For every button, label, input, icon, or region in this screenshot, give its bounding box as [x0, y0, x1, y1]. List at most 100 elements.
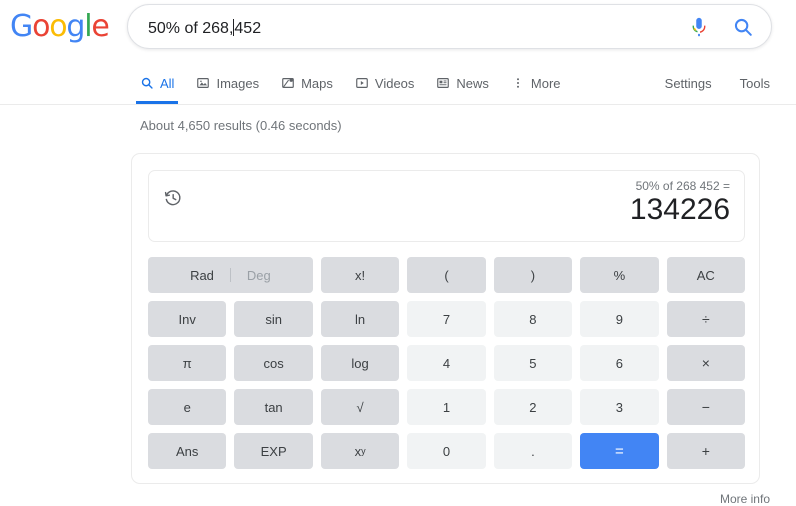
video-play-icon [355, 76, 369, 90]
calculator-expression: 50% of 268 452 = [635, 179, 730, 193]
all-clear-key[interactable]: AC [666, 257, 745, 293]
newspaper-icon [436, 76, 450, 90]
key-superscript: y [361, 446, 366, 456]
factorial-key[interactable]: x! [320, 257, 400, 293]
search-box[interactable]: 50% of 268,452 [127, 4, 772, 49]
cos-key[interactable]: cos [234, 345, 313, 381]
digit-1-key[interactable]: 1 [407, 389, 486, 425]
divide-key[interactable]: ÷ [666, 301, 745, 337]
digit-3-key[interactable]: 3 [580, 389, 659, 425]
key-label: × [701, 355, 710, 371]
tab-label: Maps [301, 75, 333, 91]
search-icon [140, 76, 154, 90]
pi-key[interactable]: π [148, 345, 227, 381]
tab-label: All [160, 75, 175, 91]
google-logo[interactable]: Google [10, 9, 110, 44]
digit-8-key[interactable]: 8 [493, 301, 573, 337]
key-label: Inv [178, 311, 196, 327]
answer-key[interactable]: Ans [148, 433, 227, 469]
key-label: 1 [442, 399, 451, 415]
history-icon[interactable] [163, 188, 183, 213]
calculator-card: 50% of 268 452 = 134226 Rad Deg x! ()% AC Inv… [131, 153, 760, 484]
close-paren-key[interactable]: ) [493, 257, 573, 293]
more-info-link[interactable]: More info [720, 492, 770, 506]
search-input[interactable]: 50% of 268,452 [128, 5, 677, 48]
rad-deg-toggle[interactable]: Rad Deg [148, 257, 313, 293]
tools-link[interactable]: Tools [740, 76, 770, 91]
key-label: log [351, 355, 369, 371]
page-header: Google 50% of 268,452 [0, 0, 796, 62]
power-key[interactable]: xy [320, 433, 400, 469]
key-label: 2 [529, 399, 537, 415]
tan-key[interactable]: tan [234, 389, 313, 425]
inverse-key[interactable]: Inv [148, 301, 227, 337]
settings-link[interactable]: Settings [665, 76, 712, 91]
digit-6-key[interactable]: 6 [580, 345, 659, 381]
key-label: ÷ [701, 311, 710, 327]
euler-key[interactable]: e [148, 389, 227, 425]
tab-label: News [456, 75, 489, 91]
more-vertical-icon [511, 76, 525, 90]
open-paren-key[interactable]: ( [407, 257, 486, 293]
search-query-before-caret: 50% of 268, [148, 19, 234, 37]
key-label: % [613, 267, 626, 283]
key-label: EXP [260, 443, 287, 459]
key-label: 3 [615, 399, 623, 415]
decimal-point-key[interactable]: . [493, 433, 573, 469]
digit-5-key[interactable]: 5 [493, 345, 573, 381]
tab-videos[interactable]: Videos [355, 62, 414, 104]
result-stats: About 4,650 results (0.46 seconds) [140, 118, 342, 133]
logo-letter: l [84, 9, 92, 44]
calculator-display: 50% of 268 452 = 134226 [148, 170, 745, 242]
digit-0-key[interactable]: 0 [407, 433, 486, 469]
text-caret [233, 18, 235, 36]
key-label: 9 [615, 311, 623, 327]
logo-letter: o [49, 9, 67, 44]
key-label: cos [263, 355, 284, 371]
key-label: . [531, 443, 535, 459]
key-label: + [701, 443, 710, 459]
key-label: sin [265, 311, 282, 327]
tab-images[interactable]: Images [196, 62, 259, 104]
key-label: 6 [615, 355, 623, 371]
tab-all[interactable]: All [135, 62, 179, 104]
percent-key[interactable]: % [580, 257, 659, 293]
calculator-answer: 134226 [629, 193, 730, 226]
multiply-key[interactable]: × [666, 345, 745, 381]
search-query-after-caret: 452 [234, 19, 262, 37]
search-nav-tabs: All Images Maps Videos News More Setting… [0, 62, 796, 105]
microphone-icon[interactable] [677, 5, 721, 49]
rad-option[interactable]: Rad [190, 268, 230, 283]
tab-label: Images [216, 75, 260, 91]
tab-more[interactable]: More [511, 62, 561, 104]
key-label: x! [355, 267, 366, 283]
calculator-keypad: Rad Deg x! ()% AC Inv sin ln 7 8 9 ÷ π cos log 4 5 6 × e tan… [148, 257, 745, 469]
key-label: 5 [529, 355, 537, 371]
log-key[interactable]: log [320, 345, 400, 381]
deg-option[interactable]: Deg [231, 268, 271, 283]
sin-key[interactable]: sin [234, 301, 313, 337]
key-label: 0 [442, 443, 451, 459]
google-search-page: Google 50% of 268,452 All Images Maps Vi… [0, 0, 796, 506]
tab-news[interactable]: News [436, 62, 489, 104]
minus-key[interactable]: − [666, 389, 745, 425]
key-label: ) [530, 267, 536, 283]
map-pin-icon [281, 76, 295, 90]
ln-key[interactable]: ln [320, 301, 400, 337]
sqrt-key[interactable]: √ [320, 389, 400, 425]
digit-4-key[interactable]: 4 [407, 345, 486, 381]
equals-key[interactable]: = [580, 433, 659, 469]
exponent-key[interactable]: EXP [234, 433, 313, 469]
tab-maps[interactable]: Maps [281, 62, 333, 104]
search-submit-icon[interactable] [721, 5, 765, 49]
logo-letter: o [32, 9, 50, 44]
header-right-links: Settings Tools [665, 62, 770, 104]
key-label: 8 [529, 311, 537, 327]
key-label: 7 [442, 311, 451, 327]
plus-key[interactable]: + [666, 433, 745, 469]
digit-2-key[interactable]: 2 [493, 389, 573, 425]
digit-9-key[interactable]: 9 [580, 301, 659, 337]
logo-letter: G [10, 9, 33, 44]
key-label: π [182, 355, 192, 371]
digit-7-key[interactable]: 7 [407, 301, 486, 337]
